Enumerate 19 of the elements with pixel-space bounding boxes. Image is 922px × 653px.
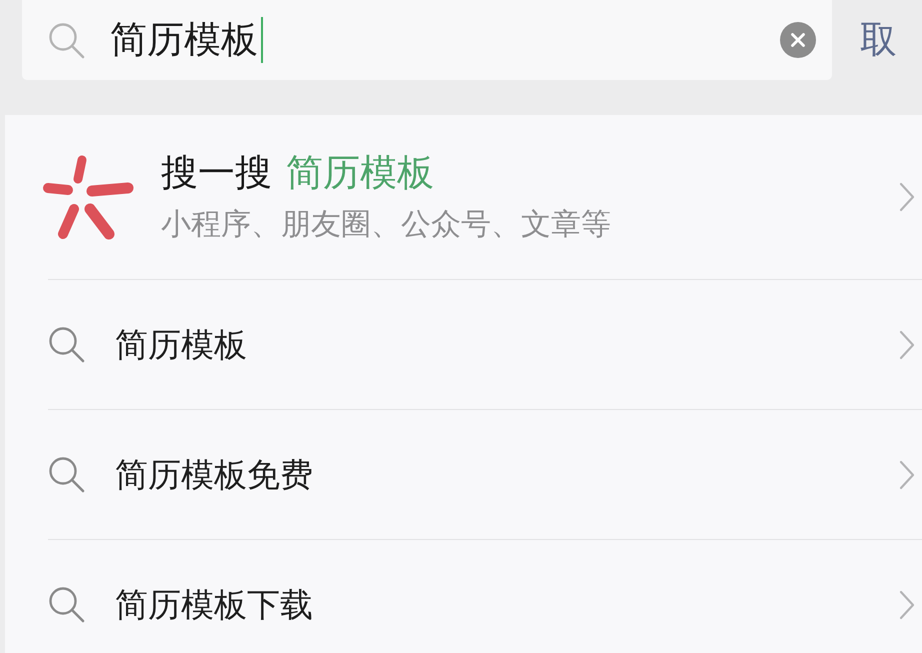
clear-button[interactable] [780, 22, 816, 58]
suggestion-text[interactable]: 简历模板免费 [115, 452, 313, 496]
burst-logo-icon [42, 154, 134, 240]
suggestion-text[interactable]: 简历模板下载 [115, 582, 313, 626]
search-icon [48, 326, 85, 363]
chevron-right-icon [899, 460, 915, 490]
service-subtitle: 小程序、朋友圈、公众号、文章等 [161, 206, 611, 244]
chevron-right-icon [899, 590, 915, 620]
query-highlight: 简历模板 [286, 150, 434, 196]
chevron-right-icon [899, 330, 915, 360]
search-field[interactable]: 简历模板 [22, 0, 832, 80]
cancel-link[interactable]: 取 [860, 0, 897, 80]
service-title: 搜一搜 [161, 150, 272, 196]
suggestion-text[interactable]: 简历模板 [115, 322, 247, 366]
chevron-right-icon [899, 182, 915, 212]
search-icon [48, 586, 85, 623]
search-icon [48, 456, 85, 493]
clear-icon [780, 22, 816, 58]
search-icon [48, 22, 85, 58]
